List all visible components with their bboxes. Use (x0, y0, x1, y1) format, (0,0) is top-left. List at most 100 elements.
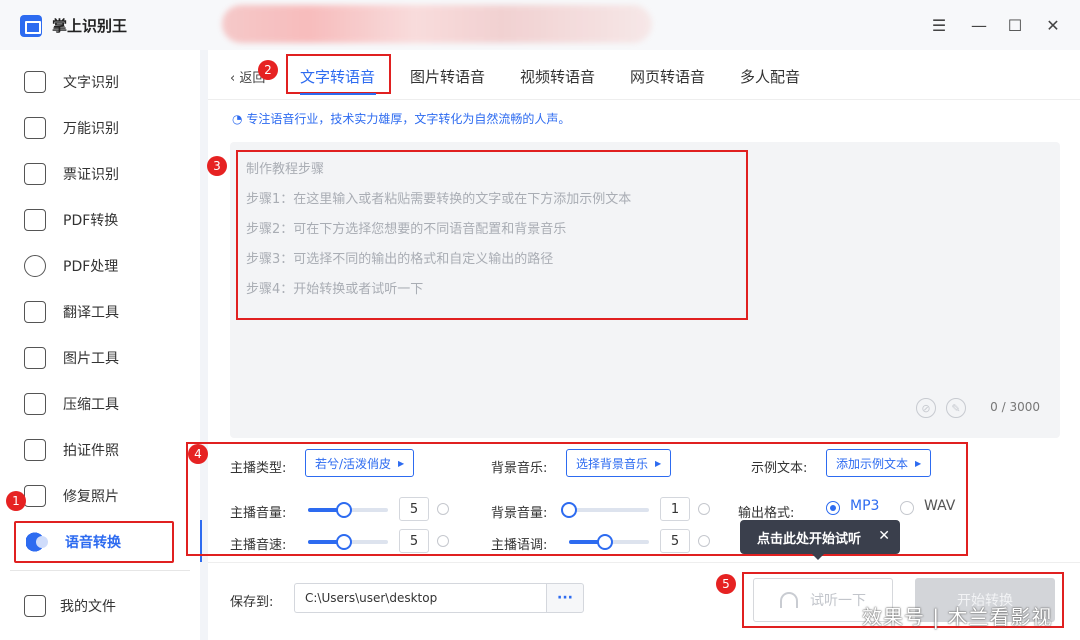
sidebar-item-label: 我的文件 (60, 599, 116, 615)
annotation-badge-4: 4 (188, 444, 208, 464)
reset-icon[interactable] (437, 503, 449, 515)
reset-icon[interactable] (698, 503, 710, 515)
text-editor[interactable]: 制作教程步骤 步骤1：在这里输入或者粘贴需要转换的文字或在下方添加示例文本 步骤… (230, 142, 1060, 438)
slider-knob[interactable] (336, 502, 352, 518)
pdf-process-icon (24, 255, 46, 277)
sidebar-item-text-recognition[interactable]: 文字识别 (14, 62, 174, 102)
format-wav-radio[interactable] (900, 501, 914, 515)
sidebar-item-label: 修复照片 (63, 489, 119, 505)
bgm-value: 选择背景音乐 (576, 456, 649, 471)
sidebar-item-label: 图片工具 (63, 351, 119, 367)
menu-icon[interactable]: ☰ (928, 14, 950, 36)
sidebar-item-pdf-process[interactable]: PDF处理 (14, 246, 174, 286)
tab-video-to-speech[interactable]: 视频转语音 (520, 66, 595, 87)
minimize-icon[interactable]: — (968, 14, 990, 36)
save-to-label: 保存到: (230, 595, 274, 610)
sidebar-item-my-files[interactable]: 我的文件 (14, 586, 174, 626)
sidebar-item-image-tools[interactable]: 图片工具 (14, 338, 174, 378)
my-files-icon (24, 595, 46, 617)
slider-knob[interactable] (561, 502, 577, 518)
anchor-speed-value[interactable]: 5 (399, 529, 429, 553)
tabs-divider (208, 99, 1080, 100)
sidebar-item-label: PDF处理 (63, 259, 119, 275)
sidebar-item-universal-recognition[interactable]: 万能识别 (14, 108, 174, 148)
format-wav-label[interactable]: WAV (924, 498, 955, 514)
anchor-pitch-value[interactable]: 5 (660, 529, 690, 553)
ticket-recognition-icon (24, 163, 46, 185)
repair-photo-icon (24, 485, 46, 507)
sample-text-select[interactable]: 添加示例文本 ▶ (826, 449, 932, 477)
sidebar-item-label: 拍证件照 (63, 443, 119, 459)
translate-icon (24, 301, 46, 323)
anchor-pitch-label: 主播语调: (491, 538, 548, 553)
sample-text-value: 添加示例文本 (836, 456, 909, 471)
step-line: 步骤1：在这里输入或者粘贴需要转换的文字或在下方添加示例文本 (246, 192, 632, 207)
image-tools-icon (24, 347, 46, 369)
footer-divider (208, 562, 1080, 563)
active-tab-underline (300, 93, 376, 95)
title-bar: 掌上识别王 ☰ — ☐ ✕ (0, 0, 1080, 50)
step-line: 步骤3：可选择不同的输出的格式和自定义输出的路径 (246, 252, 554, 267)
anchor-type-value: 若兮/活泼俏皮 (315, 456, 392, 471)
char-counter: 0 / 3000 (990, 400, 1040, 414)
anchor-type-label: 主播类型: (230, 461, 287, 476)
sidebar-item-id-photo[interactable]: 拍证件照 (14, 430, 174, 470)
bgm-volume-slider[interactable] (561, 502, 649, 518)
sidebar-item-ticket-recognition[interactable]: 票证识别 (14, 154, 174, 194)
sidebar-item-label: 文字识别 (63, 75, 119, 91)
sidebar-item-voice-convert[interactable]: 语音转换 (14, 521, 174, 563)
close-icon[interactable]: ✕ (878, 528, 890, 544)
bgm-label: 背景音乐: (491, 461, 548, 476)
tab-webpage-to-speech[interactable]: 网页转语音 (630, 66, 705, 87)
id-photo-icon (24, 439, 46, 461)
format-mp3-radio[interactable] (826, 501, 840, 515)
slider-knob[interactable] (336, 534, 352, 550)
anchor-pitch-slider[interactable] (569, 534, 649, 550)
sidebar-item-compress[interactable]: 压缩工具 (14, 384, 174, 424)
browse-path-button[interactable]: ··· (546, 583, 584, 613)
annotation-box-steps: 制作教程步骤 步骤1：在这里输入或者粘贴需要转换的文字或在下方添加示例文本 步骤… (236, 150, 748, 320)
format-mp3-label[interactable]: MP3 (850, 498, 879, 514)
edit-text-icon[interactable]: ✎ (946, 398, 966, 418)
watermark: 效果号 | 木兰看影视 (862, 605, 1053, 629)
output-format-label: 输出格式: (738, 506, 795, 521)
annotation-badge-1: 1 (6, 491, 26, 511)
reset-icon[interactable] (698, 535, 710, 547)
sidebar-item-pdf-convert[interactable]: PDF转换 (14, 200, 174, 240)
tip-label: 专注语音行业，技术实力雄厚，文字转化为自然流畅的人声。 (246, 112, 571, 126)
anchor-speed-slider[interactable] (308, 534, 388, 550)
reset-icon[interactable] (437, 535, 449, 547)
app-logo-icon (20, 15, 42, 37)
sidebar-item-label: 万能识别 (63, 121, 119, 137)
bgm-volume-value[interactable]: 1 (660, 497, 690, 521)
tab-multi-voice[interactable]: 多人配音 (740, 66, 800, 87)
listen-label: 试听一下 (810, 593, 866, 609)
tab-image-to-speech[interactable]: 图片转语音 (410, 66, 485, 87)
anchor-volume-value[interactable]: 5 (399, 497, 429, 521)
pdf-convert-icon (24, 209, 46, 231)
caret-right-icon: ▶ (655, 458, 662, 468)
sidebar-item-label: 压缩工具 (63, 397, 119, 413)
sidebar-item-repair-photo[interactable]: 修复照片 (14, 476, 174, 516)
sidebar-item-label: 票证识别 (63, 167, 119, 183)
save-path-input[interactable] (294, 583, 546, 613)
tab-text-to-speech[interactable]: 文字转语音 (300, 66, 375, 87)
anchor-volume-slider[interactable] (308, 502, 388, 518)
step-line: 步骤4：开始转换或者试听一下 (246, 282, 424, 297)
bgm-select[interactable]: 选择背景音乐 ▶ (566, 449, 672, 477)
text-recognition-icon (24, 71, 46, 93)
sample-text-label: 示例文本: (751, 461, 808, 476)
headphones-icon (780, 592, 798, 608)
close-icon[interactable]: ✕ (1042, 14, 1064, 36)
universal-recognition-icon (24, 117, 46, 139)
maximize-icon[interactable]: ☐ (1004, 14, 1026, 36)
app-title: 掌上识别王 (52, 17, 128, 35)
tip-text: ◔ 专注语音行业，技术实力雄厚，文字转化为自然流畅的人声。 (232, 110, 570, 127)
slider-knob[interactable] (597, 534, 613, 550)
sidebar-item-translate[interactable]: 翻译工具 (14, 292, 174, 332)
clear-text-icon[interactable]: ⊘ (916, 398, 936, 418)
anchor-type-select[interactable]: 若兮/活泼俏皮 ▶ (305, 449, 415, 477)
caret-right-icon: ▶ (398, 458, 405, 468)
annotation-badge-3: 3 (207, 156, 227, 176)
sidebar-item-label: 语音转换 (65, 535, 121, 551)
